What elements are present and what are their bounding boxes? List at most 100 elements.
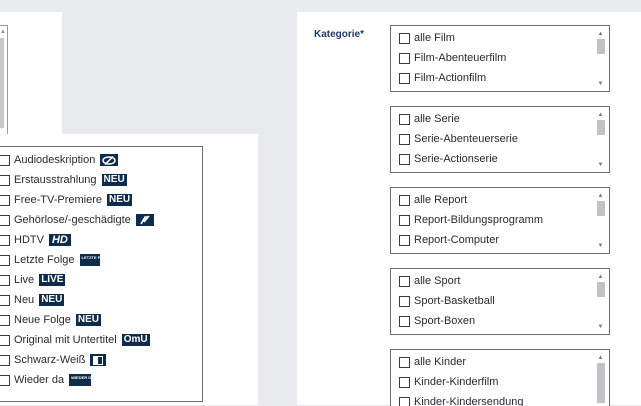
sign-language-icon [136,214,154,226]
checkbox[interactable] [0,375,10,386]
checkbox[interactable] [0,175,10,186]
category-listbox-kinder[interactable]: alle Kinder Kinder-Kinderfilm Kinder-Kin… [390,349,610,406]
feature-item-schwarz-weiss[interactable]: Schwarz-Weiß [0,352,106,368]
checkbox[interactable] [399,33,410,44]
scrollbar-thumb[interactable] [597,282,605,297]
feature-label: Neu [14,294,34,306]
checkbox[interactable] [399,215,410,226]
checkbox[interactable] [399,276,410,287]
item-label: alle Sport [414,275,460,287]
category-listbox-sport[interactable]: alle Sport Sport-Basketball Sport-Boxen … [390,268,610,335]
scroll-up-icon[interactable]: ▲ [596,31,605,37]
list-item[interactable]: alle Serie [399,111,460,127]
list-item[interactable]: Report-Computer [399,232,499,248]
feature-label: Audiodeskription [14,154,95,166]
checkbox[interactable] [0,235,10,246]
item-label: alle Kinder [414,356,466,368]
scrollbar-thumb[interactable] [597,363,605,403]
list-item[interactable]: Serie-Actionserie [399,151,498,167]
item-label: Report-Computer [414,234,499,246]
list-item[interactable]: alle Film [399,30,455,46]
scrollbar-thumb[interactable] [597,120,605,135]
list-item[interactable]: Kinder-Kinderfilm [399,374,498,390]
scrollbar-thumb[interactable] [597,201,605,216]
item-label: Serie-Abenteuerserie [414,133,518,145]
checkbox[interactable] [399,316,410,327]
checkbox[interactable] [399,235,410,246]
list-item[interactable]: Sport-Basketball [399,293,495,309]
scrollbar-thumb[interactable] [597,39,605,54]
checkbox[interactable] [399,296,410,307]
feature-item-hdtv[interactable]: HDTV HD [0,232,71,248]
feature-item-free-tv-premiere[interactable]: Free-TV-Premiere NEU [0,192,132,208]
feature-item-gehoerlose[interactable]: Gehörlose/-geschädigte [0,212,154,228]
item-label: Film-Actionfilm [414,72,486,84]
item-label: Kinder-Kinderfilm [414,376,498,388]
item-label: Sport-Boxen [414,315,475,327]
scroll-up-icon[interactable]: ▲ [596,193,605,199]
previous-listbox[interactable]: ▲ [0,25,8,145]
list-item[interactable]: alle Sport [399,273,460,289]
checkbox[interactable] [399,377,410,388]
feature-label: Gehörlose/-geschädigte [14,214,131,226]
checkbox[interactable] [399,114,410,125]
scroll-down-icon[interactable]: ▼ [596,81,605,87]
list-item[interactable]: alle Kinder [399,354,466,370]
feature-item-audiodeskription[interactable]: Audiodeskription [0,152,118,168]
scrollbar[interactable]: ▲▼ [596,274,605,330]
scrollbar[interactable]: ▲▼ [596,193,605,249]
scrollbar[interactable]: ▲▼ [596,31,605,87]
checkbox[interactable] [0,295,10,306]
feature-item-letzte-folge[interactable]: Letzte Folge LETZTE FOLGE [0,252,100,268]
scrollbar[interactable]: ▲▼ [596,112,605,168]
scrollbar[interactable]: ▲ [596,355,605,406]
category-panel: Kategorie* alle Film Film-Abenteuerfilm … [297,12,641,405]
checkbox[interactable] [0,355,10,366]
list-item[interactable]: Film-Actionfilm [399,70,486,86]
checkbox[interactable] [399,53,410,64]
list-item[interactable]: alle Report [399,192,467,208]
checkbox[interactable] [0,255,10,266]
feature-label: Live [14,274,34,286]
feature-item-neue-folge[interactable]: Neue Folge NEU [0,312,101,328]
checkbox[interactable] [399,154,410,165]
new-badge: NEU [39,294,64,306]
feature-item-erstausstrahlung[interactable]: Erstausstrahlung NEU [0,172,127,188]
checkbox[interactable] [0,155,10,166]
scroll-down-icon[interactable]: ▼ [596,324,605,330]
checkbox[interactable] [0,315,10,326]
checkbox[interactable] [0,215,10,226]
feature-item-wieder-da[interactable]: Wieder da WIEDER DA [0,372,91,388]
item-label: Film-Abenteuerfilm [414,52,506,64]
category-listbox-serie[interactable]: alle Serie Serie-Abenteuerserie Serie-Ac… [390,106,610,173]
scroll-up-icon[interactable]: ▲ [596,355,605,361]
checkbox[interactable] [399,73,410,84]
item-label: alle Report [414,194,467,206]
scroll-up-icon[interactable]: ▲ [596,274,605,280]
checkbox[interactable] [399,134,410,145]
scroll-down-icon[interactable]: ▼ [596,243,605,249]
feature-item-omu[interactable]: Original mit Untertitel OmU [0,332,150,348]
scroll-up-icon[interactable]: ▲ [0,29,6,35]
new-badge: NEU [102,174,127,186]
checkbox[interactable] [399,357,410,368]
scrollbar-thumb[interactable] [0,38,4,128]
list-item[interactable]: Sport-Boxen [399,313,475,329]
scroll-down-icon[interactable]: ▼ [596,162,605,168]
list-item[interactable]: Kinder-Kindersendung [399,394,523,406]
scroll-up-icon[interactable]: ▲ [596,112,605,118]
list-item[interactable]: Serie-Abenteuerserie [399,131,518,147]
list-item[interactable]: Film-Abenteuerfilm [399,50,506,66]
category-listbox-report[interactable]: alle Report Report-Bildungsprogramm Repo… [390,187,610,254]
feature-item-live[interactable]: Live LIVE [0,272,65,288]
previous-filter-panel: ▲ [0,12,62,134]
category-listbox-film[interactable]: alle Film Film-Abenteuerfilm Film-Action… [390,25,610,92]
feature-label: Free-TV-Premiere [14,194,102,206]
list-item[interactable]: Report-Bildungsprogramm [399,212,543,228]
checkbox[interactable] [0,195,10,206]
feature-item-neu[interactable]: Neu NEU [0,292,64,308]
checkbox[interactable] [0,275,10,286]
checkbox[interactable] [0,335,10,346]
feature-label: Wieder da [14,374,64,386]
checkbox[interactable] [399,195,410,206]
